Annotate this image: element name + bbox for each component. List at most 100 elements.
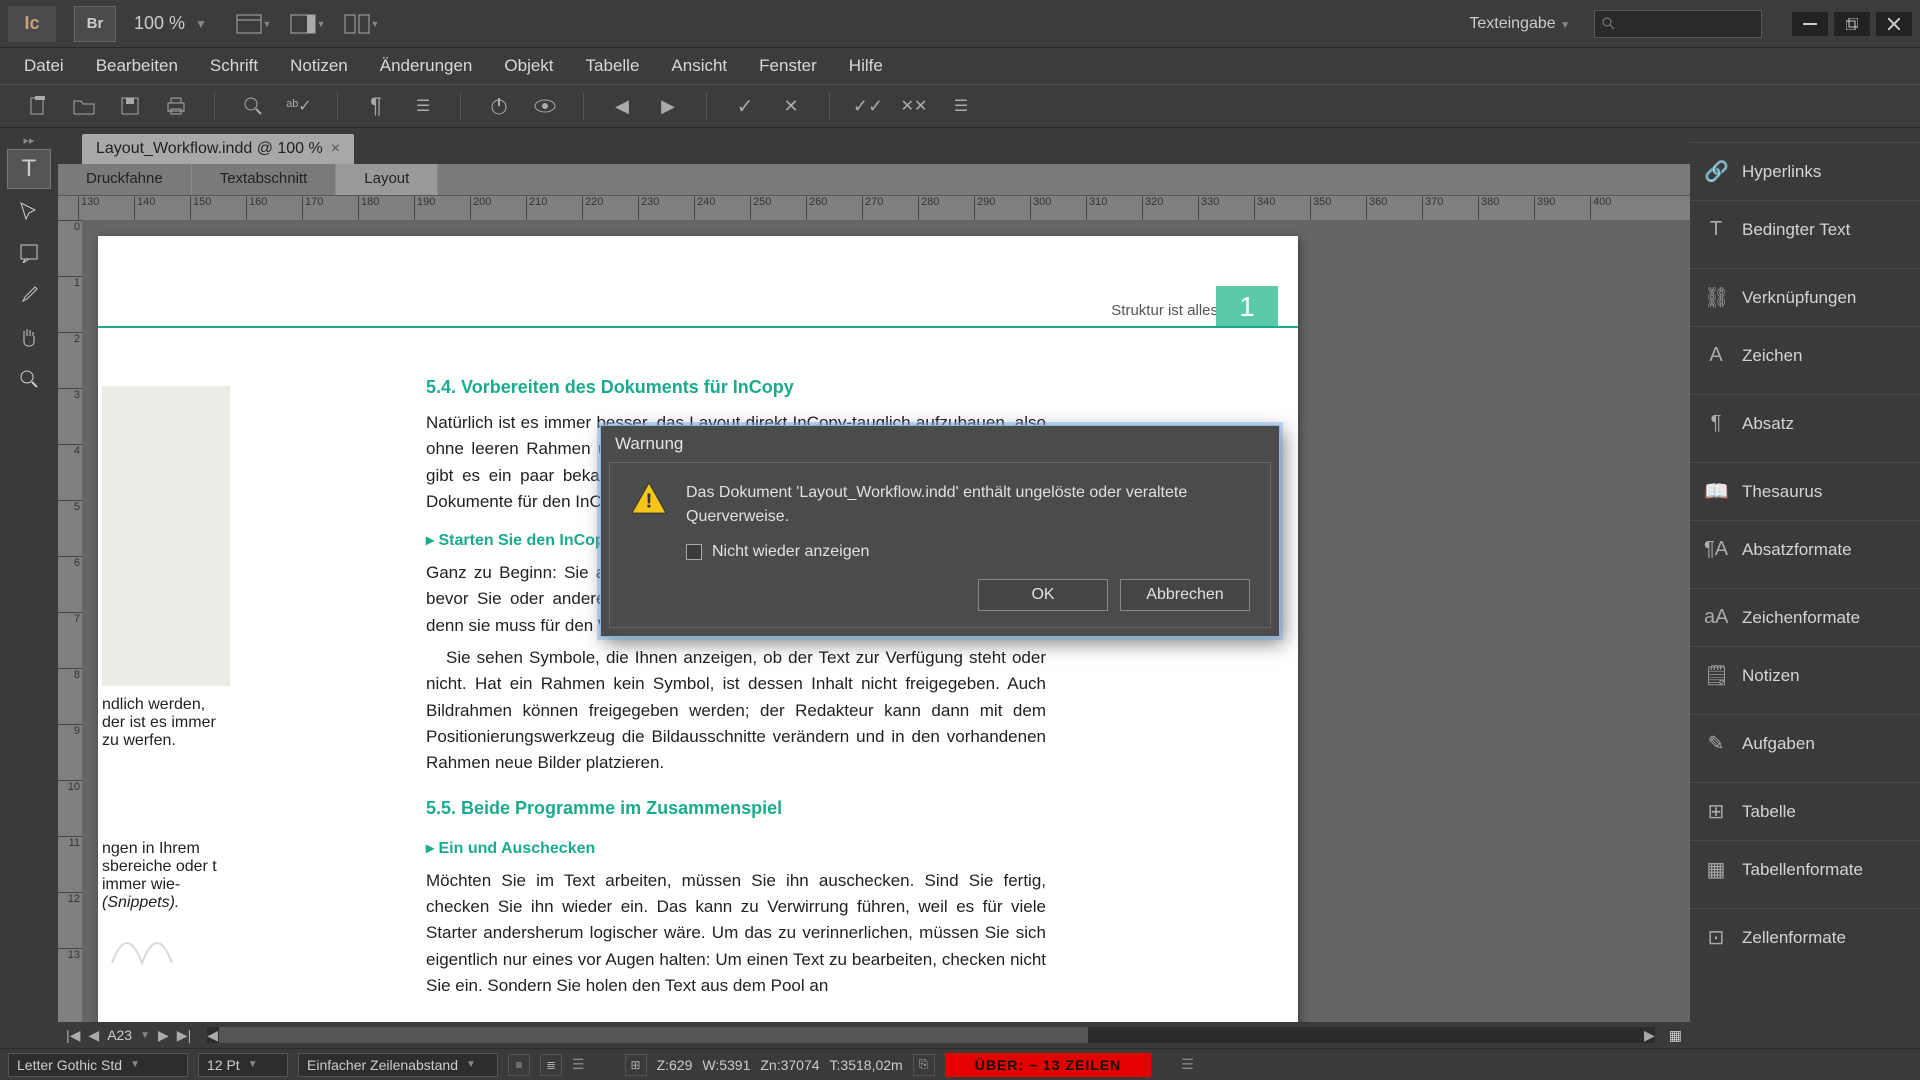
horizontal-scrollbar[interactable]: ◀▶ [207,1027,1655,1043]
panel-thesaurus[interactable]: 📖 Thesaurus [1690,462,1920,520]
search-field[interactable] [1594,10,1762,38]
panel-label: Zeichen [1742,346,1802,366]
leading-toggle-1[interactable]: ≡ [508,1054,530,1076]
control-bar: ᵃᵇ✓ ¶ ☰ ◀ ▶ ✓ ✕ ✓✓ ✕✕ ☰ [0,84,1920,128]
panel-absatz[interactable]: ¶Absatz [1690,394,1920,452]
pager-bar: |◀ ◀ A23 ▼ ▶ ▶| ◀▶ ▦ [58,1022,1690,1048]
menu-hilfe[interactable]: Hilfe [833,56,899,76]
panel-tabelle[interactable]: ⊞Tabelle [1690,782,1920,840]
menu-bearbeiten[interactable]: Bearbeiten [80,56,194,76]
accept-icon[interactable]: ✓ [731,92,759,120]
app-icon: Ic [8,6,56,42]
reject-icon[interactable]: ✕ [777,92,805,120]
view-toggle-3[interactable]: ▼ [339,8,385,40]
maximize-button[interactable] [1834,12,1870,36]
section-heading-2: 5.5. Beide Programme im Zusammenspiel [426,795,1046,823]
menu-objekt[interactable]: Objekt [488,56,569,76]
panel-label: Tabellenformate [1742,860,1863,880]
panel-label: Thesaurus [1742,482,1822,502]
stat-zn: Zn:37074 [760,1057,819,1073]
leading-value: Einfacher Zeilenabstand [307,1057,458,1073]
tab-druckfahne[interactable]: Druckfahne [58,164,192,195]
menu-fenster[interactable]: Fenster [743,56,833,76]
panel-label: Bedingter Text [1742,220,1850,240]
hand-tool[interactable] [7,317,51,357]
ruler-horizontal: 1301401501601701801902002102202302402502… [58,196,1690,220]
panel-absatzformate[interactable]: ¶AAbsatzformate [1690,520,1920,578]
panel-label: Notizen [1742,666,1800,686]
book-icon: 📖 [1704,479,1728,504]
panel-zeichenformate[interactable]: aAZeichenformate [1690,588,1920,646]
panel-aufgaben[interactable]: ✎Aufgaben [1690,714,1920,772]
dont-show-checkbox[interactable] [686,544,702,560]
panel-zeichen[interactable]: AZeichen [1690,326,1920,384]
chain-icon: ⛓ [1704,285,1728,310]
new-icon[interactable] [24,92,52,120]
print-icon[interactable] [162,92,190,120]
leading-dropdown[interactable]: Einfacher Zeilenabstand▼ [298,1053,498,1077]
panel-tabellenformate[interactable]: ▦ Tabellenformate [1690,840,1920,898]
menu-notizen[interactable]: Notizen [274,56,364,76]
leading-toggle-2[interactable]: ≣ [540,1054,562,1076]
panel-label: Zellenformate [1742,928,1846,948]
last-page-icon[interactable]: ▶| [177,1027,191,1044]
close-button[interactable] [1876,12,1912,36]
prev-icon[interactable]: ◀ [608,92,636,120]
menu-schrift[interactable]: Schrift [194,56,274,76]
chevron-down-icon: ▼ [195,17,207,31]
menu-icon-2[interactable]: ☰ [946,92,974,120]
tfmt-icon: ▦ [1704,857,1728,882]
menu-tabelle[interactable]: Tabelle [570,56,656,76]
note-tool[interactable] [7,233,51,273]
spellcheck-icon[interactable]: ᵃᵇ✓ [285,92,313,120]
accept-all-icon[interactable]: ✓✓ [854,92,882,120]
panel-verknüpfungen[interactable]: ⛓ Verknüpfungen [1690,268,1920,326]
panel-label: Verknüpfungen [1742,288,1856,308]
eyedropper-tool[interactable] [7,275,51,315]
ok-button[interactable]: OK [978,579,1108,611]
power-icon[interactable] [485,92,513,120]
overset-indicator: ÜBER: ~ 13 ZEILEN [945,1053,1152,1077]
workspace-mode-dropdown[interactable]: Texteingabe ▼ [1469,15,1570,33]
first-page-icon[interactable]: |◀ [66,1027,80,1044]
menu-aenderungen[interactable]: Änderungen [364,56,489,76]
view-toggle-1[interactable]: ▼ [231,8,277,40]
save-icon[interactable] [116,92,144,120]
side-column: ndlich werden, der ist es immer zu werfe… [102,696,232,978]
panel-bedingter text[interactable]: TBedingter Text [1690,200,1920,258]
menu-datei[interactable]: Datei [8,56,80,76]
font-size-dropdown[interactable]: 12 Pt▼ [198,1053,288,1077]
zoom-tool[interactable] [7,359,51,399]
text-tool[interactable]: T [7,149,51,189]
stat-z: Z:629 [657,1057,693,1073]
stats-icon[interactable]: ⊞ [625,1054,647,1076]
zoom-dropdown[interactable]: 100 %▼ [134,13,207,34]
panel-zellenformate[interactable]: ⊡Zellenformate [1690,908,1920,966]
view-toggle-2[interactable]: ▼ [285,8,331,40]
page-number[interactable]: A23 [107,1027,132,1043]
view-grid-icon[interactable]: ▦ [1669,1027,1682,1044]
bridge-icon[interactable]: Br [74,6,116,42]
cancel-button[interactable]: Abbrechen [1120,579,1250,611]
tab-layout[interactable]: Layout [336,164,438,195]
next-page-icon[interactable]: ▶ [158,1027,169,1044]
next-icon[interactable]: ▶ [654,92,682,120]
font-family-dropdown[interactable]: Letter Gothic Std▼ [8,1053,188,1077]
overset-icon[interactable]: ⎘ [913,1054,935,1076]
document-tab[interactable]: Layout_Workflow.indd @ 100 % × [82,134,354,164]
menu-ansicht[interactable]: Ansicht [655,56,743,76]
close-tab-icon[interactable]: × [331,140,340,157]
position-tool[interactable] [7,191,51,231]
tab-textabschnitt[interactable]: Textabschnitt [192,164,337,195]
pilcrow-icon[interactable]: ¶ [362,92,390,120]
open-icon[interactable] [70,92,98,120]
panel-hyperlinks[interactable]: 🔗Hyperlinks [1690,142,1920,200]
doc-tab-label: Layout_Workflow.indd @ 100 % [96,140,323,157]
eye-icon[interactable] [531,92,559,120]
panel-notizen[interactable]: 🗒Notizen [1690,646,1920,704]
menu-icon-1[interactable]: ☰ [408,92,436,120]
minimize-button[interactable] [1792,12,1828,36]
reject-all-icon[interactable]: ✕✕ [900,92,928,120]
prev-page-icon[interactable]: ◀ [88,1027,99,1044]
search-icon-2[interactable] [239,92,267,120]
